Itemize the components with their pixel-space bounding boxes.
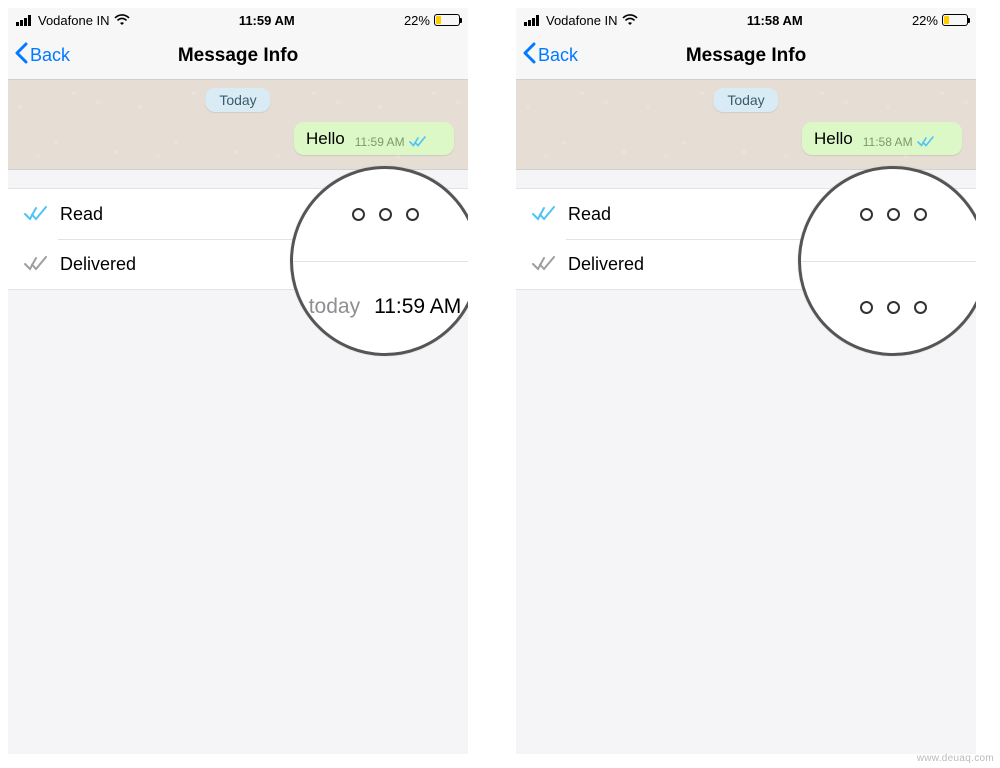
message-time: 11:59 AM	[355, 135, 405, 149]
message-text: Hello	[814, 129, 853, 149]
loading-dots-icon	[860, 208, 927, 221]
status-bar: Vodafone IN 11:59 AM 22%	[8, 8, 468, 32]
empty-area	[8, 290, 468, 754]
chat-preview: Today Hello 11:59 AM	[8, 80, 468, 170]
delivered-ticks-icon	[532, 256, 556, 272]
nav-bar: Back Message Info	[8, 32, 468, 80]
watermark: www.deuaq.com	[917, 753, 994, 764]
magnifier-row-delivered	[801, 261, 976, 354]
message-text: Hello	[306, 129, 345, 149]
message-bubble[interactable]: Hello 11:58 AM	[802, 122, 962, 155]
empty-area	[516, 290, 976, 754]
phone-screen-right: Vodafone IN 11:58 AM 22% Back	[516, 8, 976, 754]
delivered-day: today	[309, 295, 360, 319]
battery-icon	[942, 14, 968, 26]
page-title: Message Info	[8, 45, 468, 67]
back-label: Back	[538, 45, 578, 66]
battery-pct: 22%	[912, 13, 938, 28]
signal-icon	[524, 14, 542, 26]
chat-preview: Today Hello 11:58 AM	[516, 80, 976, 170]
read-ticks-icon	[917, 136, 935, 148]
battery-icon	[434, 14, 460, 26]
read-ticks-icon	[24, 206, 48, 222]
chevron-left-icon	[522, 42, 536, 69]
magnifier-callout: today 11:59 AM	[290, 166, 468, 356]
read-ticks-icon	[409, 136, 427, 148]
battery-pct: 22%	[404, 13, 430, 28]
delivered-time: 11:59 AM	[374, 295, 461, 319]
magnifier-row-read	[293, 169, 468, 261]
date-pill: Today	[205, 88, 270, 112]
loading-dots-icon	[860, 301, 927, 314]
message-time: 11:58 AM	[863, 135, 913, 149]
wifi-icon	[114, 14, 130, 26]
date-pill: Today	[713, 88, 778, 112]
magnifier-row-read	[801, 169, 976, 261]
back-button[interactable]: Back	[516, 42, 578, 69]
chevron-left-icon	[14, 42, 28, 69]
back-label: Back	[30, 45, 70, 66]
back-button[interactable]: Back	[8, 42, 70, 69]
carrier-label: Vodafone IN	[546, 13, 618, 28]
read-ticks-icon	[532, 206, 556, 222]
message-bubble[interactable]: Hello 11:59 AM	[294, 122, 454, 155]
status-bar: Vodafone IN 11:58 AM 22%	[516, 8, 976, 32]
signal-icon	[16, 14, 34, 26]
magnifier-row-delivered: today 11:59 AM	[293, 261, 468, 354]
nav-bar: Back Message Info	[516, 32, 976, 80]
statusbar-time: 11:58 AM	[747, 13, 803, 28]
page-title: Message Info	[516, 45, 976, 67]
loading-dots-icon	[352, 208, 419, 221]
magnifier-callout	[798, 166, 976, 356]
carrier-label: Vodafone IN	[38, 13, 110, 28]
phone-screen-left: Vodafone IN 11:59 AM 22% Back	[8, 8, 468, 754]
wifi-icon	[622, 14, 638, 26]
delivered-ticks-icon	[24, 256, 48, 272]
statusbar-time: 11:59 AM	[239, 13, 295, 28]
